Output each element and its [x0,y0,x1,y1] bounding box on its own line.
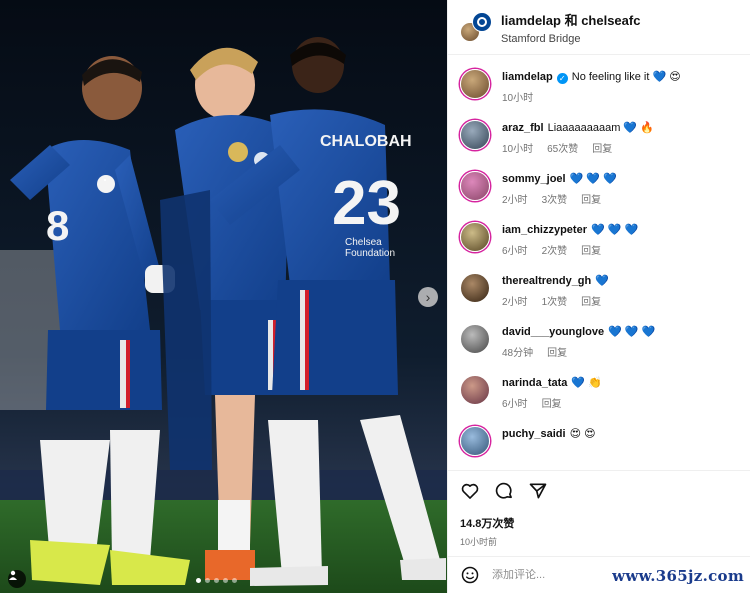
comment-time: 6小时 [502,246,528,257]
comment-time: 2小时 [502,195,528,206]
comment-input[interactable] [492,569,612,581]
avatar[interactable] [460,120,490,150]
post-authors[interactable]: liamdelap 和 chelseafc [501,10,640,29]
comment-username[interactable]: iam_chizzypeter [502,224,587,236]
avatar[interactable] [460,222,490,252]
avatar[interactable] [460,171,490,201]
comment-item: liamdelap ✓ No feeling like it 💙 😍 10小时 [460,69,738,104]
emoji-icon[interactable] [460,565,480,585]
jersey-name: CHALOBAH [320,133,412,150]
foundation-text-1: Chelsea [345,237,382,248]
comment-item: iam_chizzypeter 💙 💙 💙 6小时 2次赞 回复 [460,222,738,257]
comment-icon[interactable] [494,481,514,501]
comment-time: 2小时 [502,297,528,308]
comment-time: 6小时 [502,399,528,410]
comment-item: araz_fbl Liaaaaaaaaam 💙 🔥 10小时 65次赞 回复 [460,120,738,155]
comment-list[interactable]: liamdelap ✓ No feeling like it 💙 😍 10小时 ar… [448,55,750,471]
comment-username[interactable]: david___younglove [502,326,604,338]
post-panel: liamdelap 和 chelseafc Stamford Bridge li… [447,0,750,593]
avatar[interactable] [460,273,490,303]
carousel-dot [214,578,219,583]
carousel-dot [223,578,228,583]
user-tag-icon[interactable] [8,570,26,588]
carousel-dot [205,578,210,583]
comment-likes[interactable]: 3次赞 [542,195,568,206]
location-link[interactable]: Stamford Bridge [501,33,640,45]
comment-likes[interactable]: 65次赞 [547,144,578,155]
comment-username[interactable]: sommy_joel [502,173,566,185]
comment-username[interactable]: liamdelap [502,71,553,83]
post-actions: 14.8万次赞 10小时前 [448,470,750,548]
comment-time: 10小时 [502,93,534,104]
heart-icon[interactable] [460,481,480,501]
verified-icon: ✓ [556,73,568,84]
carousel-dots [196,578,237,583]
chevron-right-icon: › [425,289,431,305]
comment-text: 💙 💙 💙 [608,326,656,338]
chelsea-logo-icon [472,12,492,32]
reply-button[interactable]: 回复 [581,246,601,257]
comment-text: 😍 😍 [569,428,596,440]
avatar[interactable] [460,324,490,354]
jersey-number: 23 [332,169,401,238]
reply-button[interactable]: 回复 [547,348,567,359]
comment-text: 💙 💙 💙 [569,173,617,185]
carousel-dot [232,578,237,583]
celebration-image: 8 CHALOBAH 23 Chelsea Foundation [0,0,447,593]
avatar[interactable] [460,375,490,405]
post-header: liamdelap 和 chelseafc Stamford Bridge [448,0,750,55]
comment-item: therealtrendy_gh 💙 2小时 1次赞 回复 [460,273,738,308]
comment-likes[interactable]: 1次赞 [542,297,568,308]
comment-username[interactable]: therealtrendy_gh [502,275,591,287]
like-count[interactable]: 14.8万次赞 [460,515,739,531]
comment-item: puchy_saidi 😍 😍 [460,426,738,456]
comment-text: No feeling like it 💙 😍 [571,71,681,83]
reply-button[interactable]: 回复 [581,195,601,206]
post-time: 10小时前 [460,537,498,547]
post-photo: 8 CHALOBAH 23 Chelsea Foundation › [0,0,447,593]
next-photo-button[interactable]: › [418,287,438,307]
comment-item: narinda_tata 💙 👏 6小时 回复 [460,375,738,410]
comment-time: 10小时 [502,144,534,155]
jersey-number-left: 8 [46,202,69,249]
comment-likes[interactable]: 2次赞 [542,246,568,257]
reply-button[interactable]: 回复 [581,297,601,308]
comment-time: 48分钟 [502,348,534,359]
avatar[interactable] [460,69,490,99]
watermark: www.365jz.com [612,567,744,585]
comment-username[interactable]: puchy_saidi [502,428,566,440]
carousel-dot [196,578,201,583]
avatar[interactable] [460,426,490,456]
comment-text: 💙 👏 [571,377,602,389]
reply-button[interactable]: 回复 [592,144,612,155]
comment-item: david___younglove 💙 💙 💙 48分钟 回复 [460,324,738,359]
comment-text: 💙 [595,275,609,287]
comment-text: 💙 💙 💙 [590,224,639,236]
comment-username[interactable]: narinda_tata [502,377,567,389]
share-icon[interactable] [528,481,548,501]
comment-text: Liaaaaaaaaam 💙 🔥 [547,122,654,134]
collab-avatars[interactable] [460,10,494,44]
foundation-text-2: Foundation [345,248,395,259]
comment-item: sommy_joel 💙 💙 💙 2小时 3次赞 回复 [460,171,738,206]
reply-button[interactable]: 回复 [542,399,562,410]
comment-username[interactable]: araz_fbl [502,122,544,134]
